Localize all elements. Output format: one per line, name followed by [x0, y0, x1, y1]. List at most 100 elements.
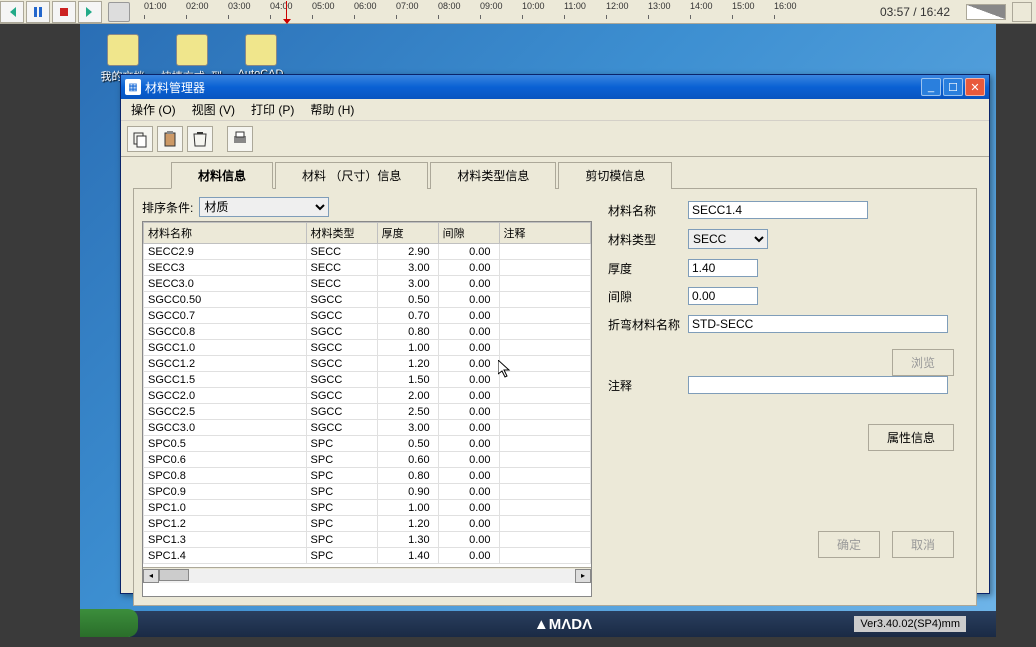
window-title: 材料管理器 [145, 79, 205, 96]
table-cell [499, 452, 590, 468]
tab-2[interactable]: 材料类型信息 [430, 162, 556, 189]
prev-frame-button[interactable] [0, 1, 24, 23]
material-manager-window: ▦ 材料管理器 _ ☐ ✕ 操作 (O) 视图 (V) 打印 (P) 帮助 (H) 材… [120, 74, 990, 594]
pause-button[interactable] [26, 1, 50, 23]
bend-name-field[interactable] [688, 315, 948, 333]
tick-mark: 07:00 [396, 1, 438, 11]
menu-item[interactable]: 操作 (O) [127, 99, 180, 120]
column-header[interactable]: 厚度 [377, 223, 438, 244]
table-cell: 0.00 [438, 420, 499, 436]
menu-item[interactable]: 视图 (V) [188, 99, 239, 120]
note-field[interactable] [688, 376, 948, 394]
table-row[interactable]: SGCC3.0SGCC3.000.00 [144, 420, 591, 436]
table-cell: SECC [306, 276, 377, 292]
video-player-bar: 01:0002:0003:0004:0005:0006:0007:0008:00… [0, 0, 1036, 24]
table-cell: SPC [306, 516, 377, 532]
table-row[interactable]: SGCC0.7SGCC0.700.00 [144, 308, 591, 324]
table-row[interactable]: SGCC2.5SGCC2.500.00 [144, 404, 591, 420]
sort-select[interactable]: 材质 [199, 197, 329, 217]
tab-content: 排序条件: 材质 材料名称材料类型厚度间隙注释SECC2.9SECC2.900.… [133, 188, 977, 606]
table-row[interactable]: SECC2.9SECC2.900.00 [144, 244, 591, 260]
delete-icon[interactable] [187, 126, 213, 152]
table-cell [499, 548, 590, 564]
column-header[interactable]: 间隙 [438, 223, 499, 244]
table-cell: 0.80 [377, 324, 438, 340]
playhead-marker[interactable] [286, 1, 287, 21]
menu-item[interactable]: 打印 (P) [247, 99, 298, 120]
table-cell: SGCC [306, 372, 377, 388]
table-row[interactable]: SGCC1.0SGCC1.000.00 [144, 340, 591, 356]
table-cell: 1.40 [377, 548, 438, 564]
table-cell: 1.00 [377, 340, 438, 356]
table-row[interactable]: SPC1.0SPC1.000.00 [144, 500, 591, 516]
table-cell [499, 484, 590, 500]
scrub-timeline[interactable]: 01:0002:0003:0004:0005:0006:0007:0008:00… [134, 1, 870, 23]
table-cell: 1.20 [377, 516, 438, 532]
table-row[interactable]: SPC1.4SPC1.400.00 [144, 548, 591, 564]
materials-table: 材料名称材料类型厚度间隙注释SECC2.9SECC2.900.00SECC3SE… [142, 221, 592, 597]
table-row[interactable]: SGCC1.5SGCC1.500.00 [144, 372, 591, 388]
column-header[interactable]: 注释 [499, 223, 590, 244]
table-cell: SGCC [306, 324, 377, 340]
table-cell [499, 244, 590, 260]
thickness-field[interactable] [688, 259, 758, 277]
table-row[interactable]: SPC1.2SPC1.200.00 [144, 516, 591, 532]
table-row[interactable]: SGCC0.8SGCC0.800.00 [144, 324, 591, 340]
table-cell: 1.20 [377, 356, 438, 372]
table-cell: 0.00 [438, 532, 499, 548]
gap-field[interactable] [688, 287, 758, 305]
column-header[interactable]: 材料名称 [144, 223, 307, 244]
attributes-button[interactable]: 属性信息 [868, 424, 954, 451]
print-icon[interactable] [227, 126, 253, 152]
window-titlebar[interactable]: ▦ 材料管理器 _ ☐ ✕ [121, 75, 989, 99]
menu-item[interactable]: 帮助 (H) [306, 99, 358, 120]
table-row[interactable]: SGCC1.2SGCC1.200.00 [144, 356, 591, 372]
start-button[interactable] [80, 609, 138, 637]
table-cell: SPC1.2 [144, 516, 307, 532]
table-cell: 0.00 [438, 388, 499, 404]
scroll-right-button[interactable]: ▸ [575, 569, 591, 583]
tab-1[interactable]: 材料 （尺寸）信息 [275, 162, 428, 189]
table-cell: SGCC1.0 [144, 340, 307, 356]
table-row[interactable]: SPC0.5SPC0.500.00 [144, 436, 591, 452]
tab-0[interactable]: 材料信息 [171, 162, 273, 189]
table-row[interactable]: SPC1.3SPC1.300.00 [144, 532, 591, 548]
cancel-button[interactable]: 取消 [892, 531, 954, 558]
tab-strip: 材料信息材料 （尺寸）信息材料类型信息剪切模信息 [121, 157, 989, 188]
table-row[interactable]: SECC3SECC3.000.00 [144, 260, 591, 276]
maximize-button[interactable]: ☐ [943, 78, 963, 96]
table-cell [499, 516, 590, 532]
next-frame-button[interactable] [78, 1, 102, 23]
copy-icon[interactable] [127, 126, 153, 152]
table-row[interactable]: SPC0.8SPC0.800.00 [144, 468, 591, 484]
table-cell: 2.50 [377, 404, 438, 420]
table-row[interactable]: SGCC0.50SGCC0.500.00 [144, 292, 591, 308]
name-field[interactable] [688, 201, 868, 219]
horizontal-scrollbar[interactable]: ◂ ▸ [143, 567, 591, 583]
table-cell: 0.00 [438, 468, 499, 484]
ok-button[interactable]: 确定 [818, 531, 880, 558]
table-cell: 0.00 [438, 324, 499, 340]
scroll-thumb[interactable] [159, 569, 189, 581]
time-display: 03:57 / 16:42 [870, 5, 960, 19]
close-button[interactable]: ✕ [965, 78, 985, 96]
table-scroll[interactable]: 材料名称材料类型厚度间隙注释SECC2.9SECC2.900.00SECC3SE… [143, 222, 591, 567]
table-row[interactable]: SPC0.9SPC0.900.00 [144, 484, 591, 500]
scroll-left-button[interactable]: ◂ [143, 569, 159, 583]
table-row[interactable]: SPC0.6SPC0.600.00 [144, 452, 591, 468]
minimize-button[interactable]: _ [921, 78, 941, 96]
table-row[interactable]: SGCC2.0SGCC2.000.00 [144, 388, 591, 404]
table-cell: SPC0.8 [144, 468, 307, 484]
paste-icon[interactable] [157, 126, 183, 152]
volume-slider[interactable] [966, 4, 1006, 20]
stop-button[interactable] [52, 1, 76, 23]
browse-button[interactable]: 浏览 [892, 349, 954, 376]
column-header[interactable]: 材料类型 [306, 223, 377, 244]
table-cell: SGCC2.5 [144, 404, 307, 420]
fullscreen-button[interactable] [1012, 2, 1032, 22]
type-select[interactable]: SECC [688, 229, 768, 249]
table-row[interactable]: SECC3.0SECC3.000.00 [144, 276, 591, 292]
table-cell: SPC [306, 452, 377, 468]
left-panel: 排序条件: 材质 材料名称材料类型厚度间隙注释SECC2.9SECC2.900.… [142, 197, 592, 597]
tab-3[interactable]: 剪切模信息 [558, 162, 672, 189]
